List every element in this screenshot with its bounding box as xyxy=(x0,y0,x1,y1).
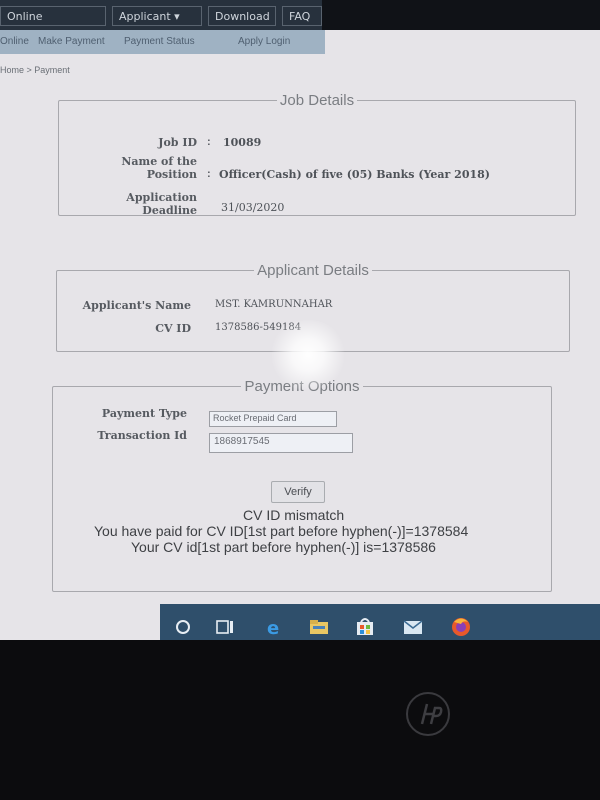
position-label: Name of the Position xyxy=(89,155,197,181)
job-details-legend: Job Details xyxy=(279,92,355,109)
cortana-icon[interactable] xyxy=(172,616,194,638)
deadline-label-line2: Deadline xyxy=(142,204,197,217)
transaction-id-label: Transaction Id xyxy=(97,429,187,442)
svg-text:e: e xyxy=(267,618,279,638)
job-id-value: 10089 xyxy=(223,136,262,149)
position-value: Officer(Cash) of five (05) Banks (Year 2… xyxy=(219,168,490,181)
tab-applicant[interactable]: Applicant ▾ xyxy=(112,6,202,26)
breadcrumb: Home > Payment xyxy=(0,65,70,75)
sub-navbar: Online Make Payment Payment Status Apply… xyxy=(0,30,325,54)
tab-download[interactable]: Download xyxy=(208,6,276,26)
deadline-value: 31/03/2020 xyxy=(221,201,285,214)
subnav-payment-status[interactable]: Payment Status xyxy=(124,36,195,47)
mail-icon[interactable] xyxy=(402,616,424,638)
verify-button[interactable]: Verify xyxy=(271,481,325,503)
job-id-label: Job ID xyxy=(158,136,197,149)
payment-type-select[interactable]: Rocket Prepaid Card xyxy=(209,411,337,427)
navbar-dark-area xyxy=(322,0,600,30)
applicant-name-value: MST. KAMRUNNAHAR xyxy=(215,299,333,310)
cv-id-label: CV ID xyxy=(155,322,191,335)
payment-options-panel: Payment Options Payment Type Rocket Prep… xyxy=(52,378,552,592)
error-title: CV ID mismatch xyxy=(243,507,345,523)
tab-faq[interactable]: FAQ xyxy=(282,6,322,26)
deadline-label-line1: Application xyxy=(126,191,197,204)
firefox-icon[interactable] xyxy=(450,616,472,638)
hp-logo-icon xyxy=(406,692,450,736)
subnav-online[interactable]: Online xyxy=(0,36,29,47)
position-label-line2: Position xyxy=(146,168,197,181)
error-line-yours: Your CV id[1st part before hyphen(-)] is… xyxy=(131,539,436,555)
deadline-label: Application Deadline xyxy=(89,191,197,217)
top-navbar: Online Application Applicant ▾ Download … xyxy=(0,0,600,43)
applicant-name-label: Applicant's Name xyxy=(82,299,191,312)
job-id-colon: : xyxy=(207,136,211,148)
payment-type-label: Payment Type xyxy=(101,407,187,420)
screen-glare xyxy=(268,320,348,390)
transaction-id-input[interactable]: 1868917545 xyxy=(209,433,353,453)
edge-icon[interactable]: e xyxy=(264,616,286,639)
file-explorer-icon[interactable] xyxy=(308,616,330,638)
applicant-details-legend: Applicant Details xyxy=(257,262,369,279)
laptop-bezel xyxy=(0,640,600,800)
position-colon: : xyxy=(207,168,211,180)
monitor-screen: Online Application Applicant ▾ Download … xyxy=(0,0,600,640)
job-details-panel: Job Details Job ID : 10089 Name of the P… xyxy=(58,92,576,217)
subnav-apply-login[interactable]: Apply Login xyxy=(238,36,290,47)
tab-online-application[interactable]: Online Application xyxy=(0,6,106,43)
task-view-icon[interactable] xyxy=(214,616,236,638)
position-label-line1: Name of the xyxy=(121,155,197,168)
store-icon[interactable] xyxy=(354,616,376,638)
error-line-paid: You have paid for CV ID[1st part before … xyxy=(94,523,469,539)
subnav-make-payment[interactable]: Make Payment xyxy=(38,36,105,47)
